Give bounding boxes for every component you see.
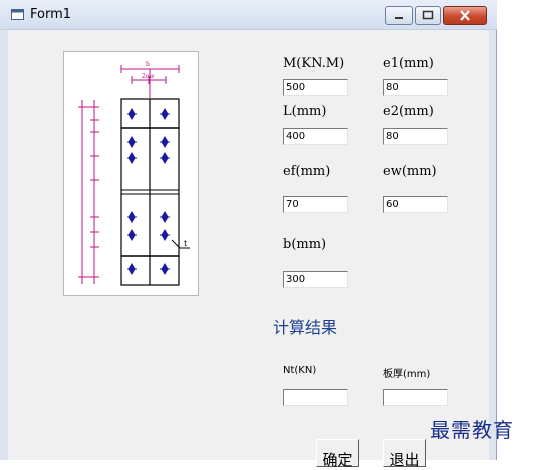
diagram-2ew-label: 2ew — [142, 73, 155, 80]
joint-diagram: b 2ew t — [63, 51, 199, 296]
thickness-output[interactable] — [383, 389, 448, 406]
minimize-icon — [395, 17, 403, 19]
e1-label: e1(mm) — [383, 56, 434, 71]
e2-input[interactable]: 80 — [383, 128, 448, 145]
l-input[interactable]: 400 — [283, 128, 348, 145]
ew-input[interactable]: 60 — [383, 196, 448, 213]
nt-output[interactable] — [283, 389, 348, 406]
minimize-button[interactable] — [385, 6, 413, 25]
diagram-b-label: b — [146, 61, 150, 68]
window-title: Form1 — [30, 7, 72, 22]
ok-button[interactable]: 确定 — [316, 439, 359, 469]
form-icon — [11, 9, 24, 20]
joint-drawing: b 2ew t — [78, 61, 190, 286]
b-label: b(mm) — [283, 237, 327, 252]
maximize-button[interactable] — [415, 6, 441, 25]
b-input[interactable]: 300 — [283, 271, 348, 288]
ef-label: ef(mm) — [283, 164, 331, 179]
ew-label: ew(mm) — [383, 164, 437, 179]
results-heading: 计算结果 — [273, 318, 338, 337]
e2-label: e2(mm) — [383, 104, 434, 119]
title-bar[interactable]: Form1 — [0, 0, 497, 30]
l-label: L(mm) — [283, 104, 327, 119]
thickness-label: 板厚(mm) — [383, 369, 431, 380]
m-input[interactable]: 500 — [283, 79, 348, 96]
close-icon — [460, 10, 470, 21]
m-label: M(KN.M) — [283, 56, 345, 71]
watermark-text: 最需教育 — [430, 418, 514, 442]
maximize-icon — [422, 10, 434, 20]
diagram-t-label: t — [184, 239, 188, 248]
nt-label: Nt(KN) — [283, 365, 317, 376]
application-window: Form1 b 2ew t M(KN.M) e1(mm) 500 80 L(mm… — [0, 0, 497, 469]
close-button[interactable] — [443, 6, 487, 25]
exit-button[interactable]: 退出 — [383, 439, 426, 469]
e1-input[interactable]: 80 — [383, 79, 448, 96]
ef-input[interactable]: 70 — [283, 196, 348, 213]
